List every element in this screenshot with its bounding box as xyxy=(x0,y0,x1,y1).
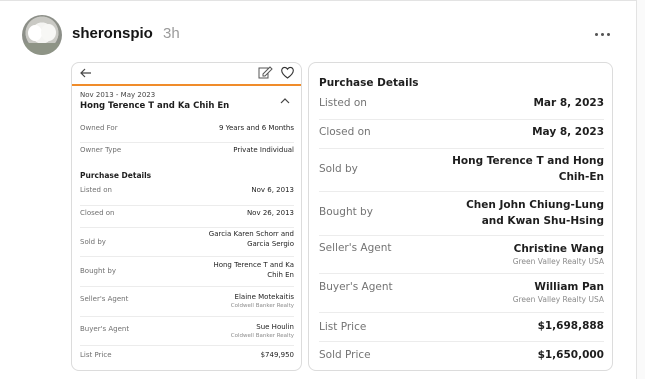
row-value-line1: Hong Terence T and Hong xyxy=(452,155,604,167)
right-section-title: Purchase Details xyxy=(319,77,419,89)
right-row-bought-by: Bought by Chen John Chiung-Lung and Kwan… xyxy=(319,192,604,236)
post-image-right[interactable]: Purchase Details Listed on Mar 8, 2023 C… xyxy=(308,62,613,371)
row-value-line2: Chih-En xyxy=(558,171,604,183)
row-label: Bought by xyxy=(319,206,373,218)
left-card-toolbar xyxy=(72,63,301,86)
row-brokerage: Green Valley Realty USA xyxy=(512,257,604,266)
left-row-listed-on: Listed on Nov 6, 2013 xyxy=(80,184,294,206)
row-label: Owner Type xyxy=(80,146,122,154)
left-row-sellers-agent: Seller's Agent Elaine Motekaitis Coldwel… xyxy=(80,287,294,317)
left-row-closed-on: Closed on Nov 26, 2013 xyxy=(80,206,294,228)
edit-icon[interactable] xyxy=(258,65,273,80)
post-timestamp: 3h xyxy=(163,25,180,42)
row-label: Buyer's Agent xyxy=(80,325,130,333)
right-row-sellers-agent: Seller's Agent Christine Wang Green Vall… xyxy=(319,236,604,274)
row-value-line2: Chih En xyxy=(267,271,294,279)
row-brokerage: Coldwell Banker Realty xyxy=(230,303,294,309)
right-row-buyers-agent: Buyer's Agent William Pan Green Valley R… xyxy=(319,274,604,313)
left-row-list-price: List Price $749,950 xyxy=(80,346,294,368)
chevron-up-icon[interactable] xyxy=(279,96,291,105)
row-value: $1,698,888 xyxy=(537,320,604,332)
back-arrow-icon[interactable] xyxy=(79,66,93,80)
row-label: Buyer's Agent xyxy=(319,281,393,293)
left-row-owned-for: Owned For 9 Years and 6 Months xyxy=(80,121,294,143)
left-section-title: Purchase Details xyxy=(80,171,152,180)
ownership-date-range: Nov 2013 - May 2023 xyxy=(80,91,156,99)
row-value: Mar 8, 2023 xyxy=(533,97,604,109)
row-value-line2: Garcia Sergio xyxy=(247,240,294,248)
row-value-line1: Hong Terence T and Ka xyxy=(213,261,294,269)
row-value: Christine Wang xyxy=(513,243,604,255)
more-icon[interactable] xyxy=(594,27,612,41)
row-label: Closed on xyxy=(319,126,371,138)
row-value: William Pan xyxy=(534,281,604,293)
row-label: Closed on xyxy=(80,209,115,217)
row-value: Sue Houlin xyxy=(256,323,294,331)
right-row-list-price: List Price $1,698,888 xyxy=(319,313,604,342)
heart-icon[interactable] xyxy=(280,65,295,80)
left-row-owner-type: Owner Type Private Individual xyxy=(80,143,294,165)
row-label: Seller's Agent xyxy=(80,295,129,303)
scroll-gutter xyxy=(637,0,645,379)
row-value-line1: Chen John Chiung-Lung xyxy=(466,199,604,211)
row-value: Elaine Motekaitis xyxy=(234,293,294,301)
row-label: Sold by xyxy=(319,163,358,175)
row-value: Private Individual xyxy=(233,146,294,154)
row-label: List Price xyxy=(80,351,112,359)
row-value: May 8, 2023 xyxy=(532,126,604,138)
row-brokerage: Coldwell Banker Realty xyxy=(230,333,294,339)
right-row-closed-on: Closed on May 8, 2023 xyxy=(319,120,604,149)
row-label: List Price xyxy=(319,321,367,333)
row-brokerage: Green Valley Realty USA xyxy=(512,295,604,304)
right-row-listed-on: Listed on Mar 8, 2023 xyxy=(319,91,604,120)
row-value: Nov 6, 2013 xyxy=(251,186,294,194)
row-value: Nov 26, 2013 xyxy=(246,209,294,217)
left-row-sold-by: Sold by Garcia Karen Schorr and Garcia S… xyxy=(80,228,294,257)
row-label: Sold Price xyxy=(319,349,371,361)
left-row-buyers-agent: Buyer's Agent Sue Houlin Coldwell Banker… xyxy=(80,317,294,346)
row-value: $749,950 xyxy=(260,351,294,359)
page-top-border xyxy=(0,0,637,1)
row-value-line2: and Kwan Shu-Hsing xyxy=(481,215,604,227)
owner-name: Hong Terence T and Ka Chih En xyxy=(80,101,230,111)
right-row-sold-by: Sold by Hong Terence T and Hong Chih-En xyxy=(319,149,604,192)
username[interactable]: sheronspio xyxy=(72,25,153,42)
avatar-dog-left xyxy=(28,25,42,41)
post-image-left[interactable]: Nov 2013 - May 2023 Hong Terence T and K… xyxy=(71,62,302,371)
left-row-bought-by: Bought by Hong Terence T and Ka Chih En xyxy=(80,257,294,287)
avatar[interactable] xyxy=(22,15,62,55)
row-label: Bought by xyxy=(80,267,116,275)
post-header: sheronspio 3h xyxy=(22,15,622,55)
avatar-dog-right xyxy=(41,24,56,41)
avatar-background xyxy=(22,43,62,55)
right-row-sold-price: Sold Price $1,650,000 xyxy=(319,342,604,370)
row-value: $1,650,000 xyxy=(537,349,604,361)
row-label: Listed on xyxy=(80,186,112,194)
row-label: Sold by xyxy=(80,238,106,246)
row-label: Seller's Agent xyxy=(319,242,392,254)
row-value-line1: Garcia Karen Schorr and xyxy=(208,230,294,238)
row-label: Listed on xyxy=(319,97,367,109)
row-label: Owned For xyxy=(80,124,118,132)
row-value: 9 Years and 6 Months xyxy=(218,124,294,132)
